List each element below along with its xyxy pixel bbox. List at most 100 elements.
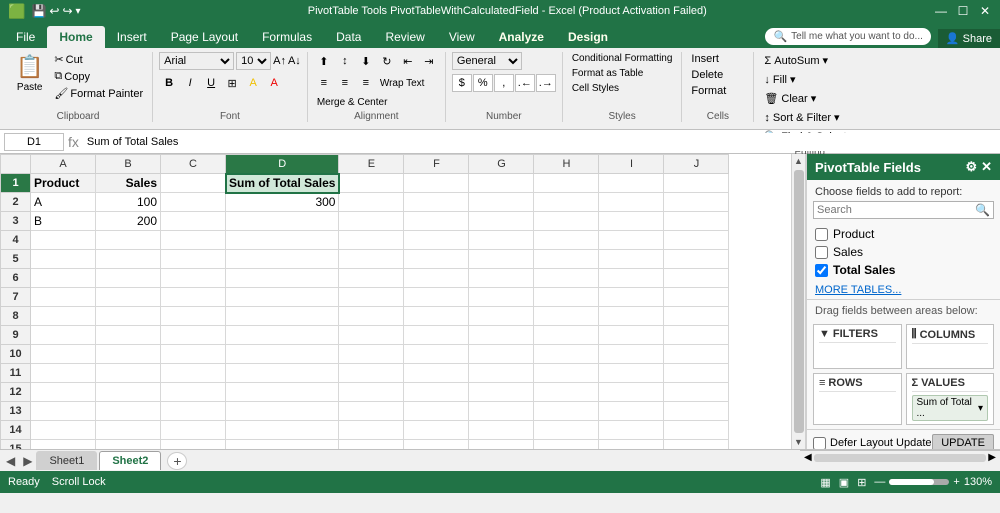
cell-name-box[interactable] (4, 133, 64, 151)
cell-C3[interactable] (161, 212, 226, 231)
cell-C9[interactable] (161, 326, 226, 345)
tab-review[interactable]: Review (373, 26, 436, 48)
minimize-button[interactable]: — (934, 4, 948, 18)
text-direction-button[interactable]: ↻ (377, 52, 397, 70)
conditional-formatting-button[interactable]: Conditional Formatting (569, 52, 676, 65)
cell-B8[interactable] (96, 307, 161, 326)
cell-H11[interactable] (534, 364, 599, 383)
pivot-close-button[interactable]: ✕ (981, 159, 992, 175)
cell-D11[interactable] (226, 364, 339, 383)
cell-F6[interactable] (404, 269, 469, 288)
tab-home[interactable]: Home (47, 26, 104, 48)
col-header-f[interactable]: F (404, 155, 469, 174)
font-name-select[interactable]: Arial (159, 52, 234, 70)
cell-J9[interactable] (664, 326, 729, 345)
scroll-thumb[interactable] (794, 170, 804, 433)
cell-B9[interactable] (96, 326, 161, 345)
number-format-select[interactable]: General (452, 52, 522, 70)
cell-B1[interactable]: Sales (96, 174, 161, 193)
cell-I9[interactable] (599, 326, 664, 345)
tab-analyze[interactable]: Analyze (487, 26, 556, 48)
align-top-button[interactable]: ⬆ (314, 52, 334, 70)
cell-H5[interactable] (534, 250, 599, 269)
col-header-e[interactable]: E (339, 155, 404, 174)
cell-B12[interactable] (96, 383, 161, 402)
format-table-button[interactable]: Format as Table (569, 67, 647, 80)
cell-B15[interactable] (96, 440, 161, 450)
cell-A11[interactable] (31, 364, 96, 383)
cell-I4[interactable] (599, 231, 664, 250)
paste-button[interactable]: 📋 Paste (10, 52, 49, 95)
cell-E11[interactable] (339, 364, 404, 383)
cell-D2[interactable]: 300 (226, 193, 339, 212)
cell-D1[interactable]: Sum of Total Sales (226, 174, 339, 193)
align-left-button[interactable]: ≡ (314, 74, 334, 92)
cell-F7[interactable] (404, 288, 469, 307)
autosum-button[interactable]: Σ AutoSum ▾ (760, 52, 832, 69)
cell-H7[interactable] (534, 288, 599, 307)
cell-J8[interactable] (664, 307, 729, 326)
percent-button[interactable]: % (473, 74, 493, 92)
cell-G10[interactable] (469, 345, 534, 364)
col-header-j[interactable]: J (664, 155, 729, 174)
row-header-13[interactable]: 13 (1, 402, 31, 421)
cell-A2[interactable]: A (31, 193, 96, 212)
cell-J1[interactable] (664, 174, 729, 193)
font-color-button[interactable]: A (264, 74, 284, 92)
cell-I12[interactable] (599, 383, 664, 402)
cell-J10[interactable] (664, 345, 729, 364)
cell-A15[interactable] (31, 440, 96, 450)
cell-C14[interactable] (161, 421, 226, 440)
fill-button[interactable]: ↓ Fill ▾ (760, 71, 799, 88)
cell-A12[interactable] (31, 383, 96, 402)
cell-I10[interactable] (599, 345, 664, 364)
cell-I13[interactable] (599, 402, 664, 421)
cell-B13[interactable] (96, 402, 161, 421)
maximize-button[interactable]: ☐ (956, 4, 970, 18)
cell-E14[interactable] (339, 421, 404, 440)
cell-B3[interactable]: 200 (96, 212, 161, 231)
cell-I15[interactable] (599, 440, 664, 450)
tab-design[interactable]: Design (556, 26, 620, 48)
cell-A3[interactable]: B (31, 212, 96, 231)
cell-F4[interactable] (404, 231, 469, 250)
cell-G12[interactable] (469, 383, 534, 402)
cell-E6[interactable] (339, 269, 404, 288)
row-header-12[interactable]: 12 (1, 383, 31, 402)
cell-C1[interactable] (161, 174, 226, 193)
cell-F2[interactable] (404, 193, 469, 212)
sheet-tab-sheet2[interactable]: Sheet2 (99, 451, 161, 470)
scroll-sheets-right[interactable]: ▶ (19, 454, 36, 468)
cell-D4[interactable] (226, 231, 339, 250)
cell-G2[interactable] (469, 193, 534, 212)
defer-layout-checkbox[interactable] (813, 437, 826, 450)
pivot-search-box[interactable]: 🔍 (813, 201, 994, 219)
cell-G1[interactable] (469, 174, 534, 193)
align-middle-button[interactable]: ↕ (335, 52, 355, 70)
currency-button[interactable]: $ (452, 74, 472, 92)
cell-G9[interactable] (469, 326, 534, 345)
cell-I11[interactable] (599, 364, 664, 383)
cell-H2[interactable] (534, 193, 599, 212)
pivot-field-total-sales-checkbox[interactable] (815, 264, 828, 277)
cell-J4[interactable] (664, 231, 729, 250)
tab-page-layout[interactable]: Page Layout (159, 26, 250, 48)
merge-center-button[interactable]: Merge & Center (314, 96, 391, 109)
cell-J5[interactable] (664, 250, 729, 269)
cell-B6[interactable] (96, 269, 161, 288)
align-center-button[interactable]: ≡ (335, 74, 355, 92)
page-layout-view-button[interactable]: ▣ (839, 476, 849, 489)
zoom-slider[interactable] (889, 479, 949, 485)
pivot-search-input[interactable] (817, 204, 975, 216)
cell-J11[interactable] (664, 364, 729, 383)
cell-C4[interactable] (161, 231, 226, 250)
pivot-field-sales-checkbox[interactable] (815, 246, 828, 259)
indent-increase-button[interactable]: ⇥ (419, 52, 439, 70)
horizontal-scrollbar[interactable]: ◀ ▶ (800, 450, 1000, 464)
cell-E4[interactable] (339, 231, 404, 250)
cell-D10[interactable] (226, 345, 339, 364)
cell-A7[interactable] (31, 288, 96, 307)
italic-button[interactable]: I (180, 74, 200, 92)
row-header-1[interactable]: 1 (1, 174, 31, 193)
cell-F8[interactable] (404, 307, 469, 326)
